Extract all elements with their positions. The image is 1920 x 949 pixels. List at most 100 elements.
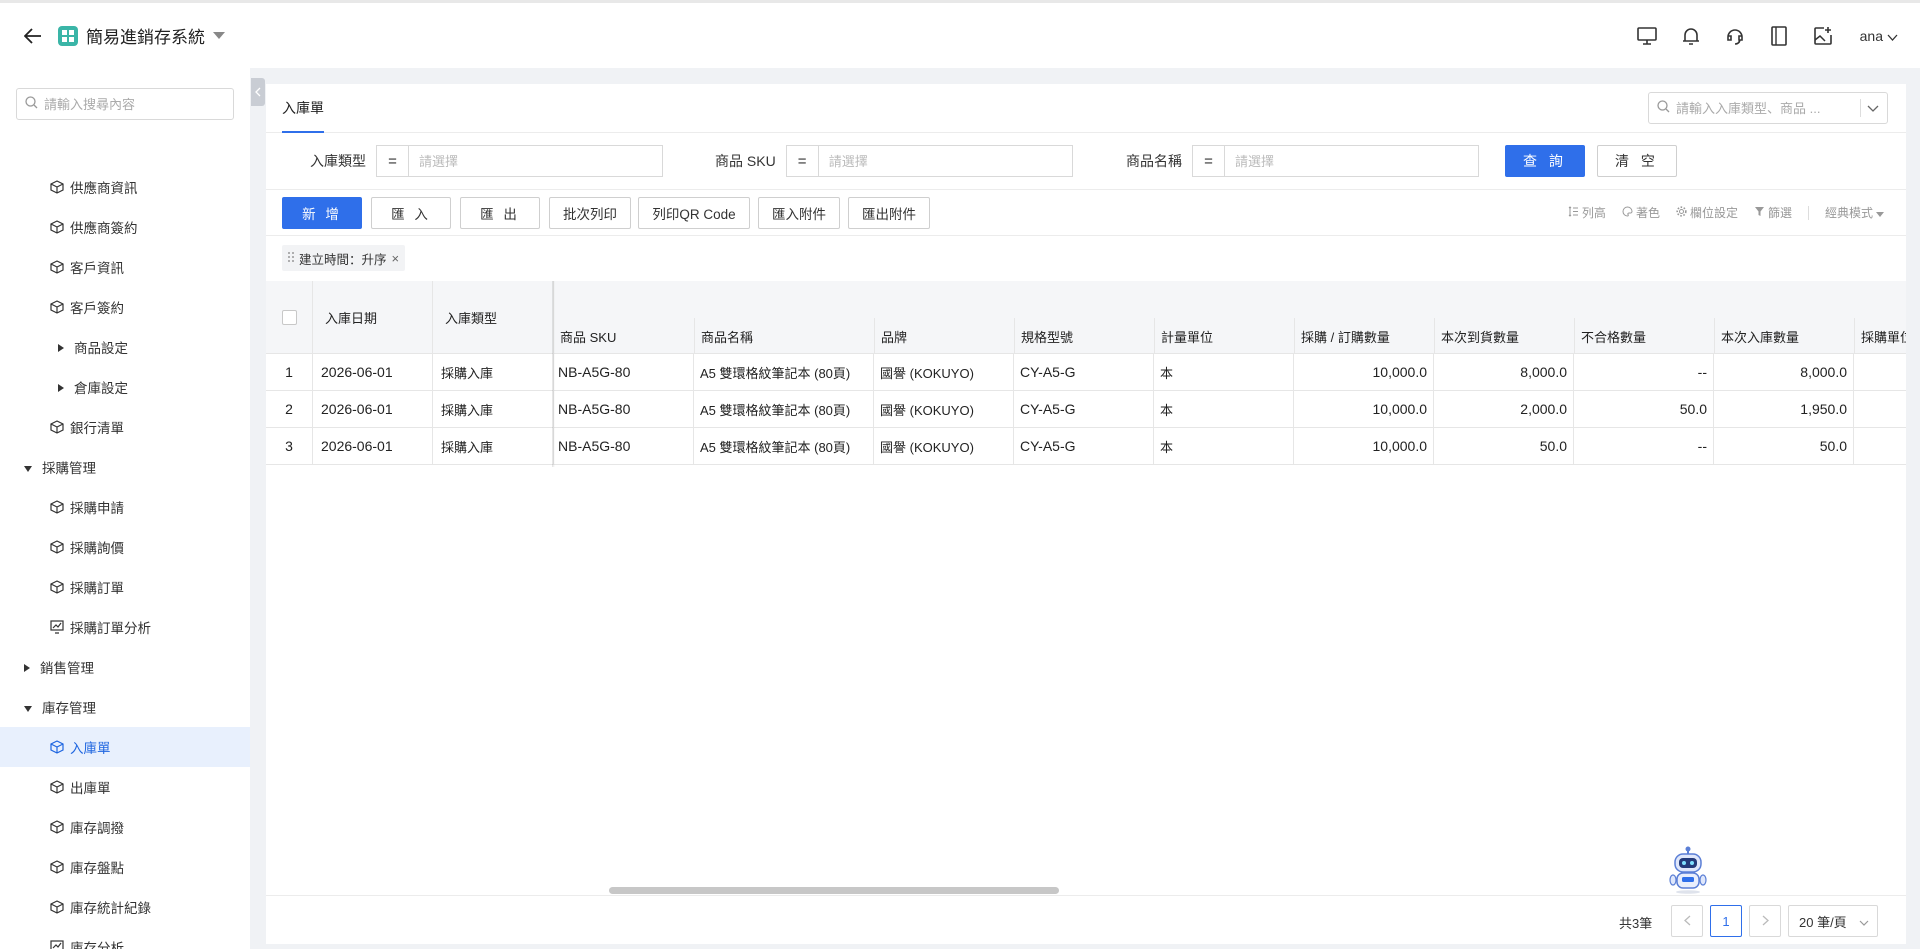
export-attachment-button[interactable]: 匯出附件 [848,197,930,229]
header-arrive-qty[interactable]: 本次到貨數量 [1434,318,1574,354]
filter-operator[interactable]: = [1192,145,1224,177]
table-row[interactable]: 1 2026-06-01 採購入庫 NB-A5G-80 A5 雙環格紋筆記本 (… [266,354,1906,391]
sidebar-item-stock-count[interactable]: 庫存盤點 [0,847,250,887]
sidebar-item-purchase-analysis[interactable]: 採購訂單分析 [0,607,250,647]
drag-handle-icon[interactable] [288,251,294,265]
print-qrcode-button[interactable]: 列印QR Code [638,197,750,229]
filter-product-sku-input[interactable] [817,145,1073,177]
export-button[interactable]: 匯 出 [460,197,540,229]
sidebar-collapse-button[interactable] [251,78,265,106]
cube-icon [50,180,64,194]
tab-stock-in[interactable]: 入庫單 [282,84,324,133]
clear-button[interactable]: 清 空 [1597,145,1677,177]
cell-sku: NB-A5G-80 [554,428,694,464]
image-add-icon[interactable] [1812,25,1834,47]
header-bad-qty[interactable]: 不合格數量 [1574,318,1714,354]
sidebar-item-stock-analysis[interactable]: 庫存分析 [0,927,250,949]
filter-product-name-input[interactable] [1224,145,1479,177]
header-spec[interactable]: 規格型號 [1014,318,1154,354]
sidebar-item-purchase-inquiry[interactable]: 採購詢價 [0,527,250,567]
row-index: 3 [266,428,313,464]
horizontal-scrollbar[interactable] [609,887,1059,894]
header-actions: ana [1636,25,1898,47]
sidebar-item-supplier-info[interactable]: 供應商資訊 [0,167,250,207]
assistant-robot-icon[interactable] [1666,846,1710,894]
quick-search-input[interactable] [1676,100,1856,116]
header-stock-in-type[interactable]: 入庫類型 [433,281,554,354]
page-size-select[interactable]: 20 筆/頁 [1788,905,1878,937]
header-stock-in-date[interactable]: 入庫日期 [313,281,433,354]
page-button[interactable]: 1 [1710,905,1742,937]
cell-spec: CY-A5-G [1014,391,1154,427]
sidebar-item-customer-info[interactable]: 客戶資訊 [0,247,250,287]
main-panel: 入庫單 入庫類型 = 商品 SKU = 商品名稱 = 查 詢 清 空 新 增 匯… [266,84,1906,944]
header-in-qty[interactable]: 本次入庫數量 [1714,318,1854,354]
cell-arrive-qty: 50.0 [1434,428,1574,464]
sidebar-item-customer-contract[interactable]: 客戶簽約 [0,287,250,327]
sidebar-item-label: 供應商簽約 [70,221,138,236]
search-icon [1657,100,1670,116]
divider [1860,99,1861,117]
column-settings-option[interactable]: 欄位設定 [1676,204,1738,221]
header-brand[interactable]: 品牌 [874,318,1014,354]
header-purchase-unit[interactable]: 採購單位 [1854,318,1906,354]
sidebar-item-stock-out[interactable]: 出庫單 [0,767,250,807]
table-row[interactable]: 3 2026-06-01 採購入庫 NB-A5G-80 A5 雙環格紋筆記本 (… [266,428,1906,465]
page-size-label: 20 筆/頁 [1799,914,1847,930]
filter-label: 商品名稱 [1126,153,1182,169]
user-menu[interactable]: ana [1860,28,1898,44]
caret-down-icon[interactable] [213,28,225,43]
header-product-name[interactable]: 商品名稱 [694,318,874,354]
sidebar-item-product-settings[interactable]: 商品設定 [0,327,250,367]
sidebar-item-label: 採購申請 [70,501,124,516]
sidebar-item-stock-transfer[interactable]: 庫存調撥 [0,807,250,847]
sidebar-item-purchase-request[interactable]: 採購申請 [0,487,250,527]
header-sku[interactable]: 商品 SKU [554,318,694,354]
classic-mode-option[interactable]: 經典模式 [1825,204,1884,221]
sidebar-item-warehouse-settings[interactable]: 倉庫設定 [0,367,250,407]
batch-print-button[interactable]: 批次列印 [549,197,631,229]
select-all-checkbox[interactable] [281,310,297,325]
chart-monitor-icon [50,940,64,949]
sidebar-group-inventory[interactable]: 庫存管理 [0,687,250,727]
filter-stock-in-type-input[interactable] [408,145,663,177]
filter-option[interactable]: 篩選 [1754,204,1792,221]
sidebar-item-purchase-order[interactable]: 採購訂單 [0,567,250,607]
cube-icon [50,420,64,434]
import-attachment-button[interactable]: 匯入附件 [758,197,840,229]
table-row[interactable]: 2 2026-06-01 採購入庫 NB-A5G-80 A5 雙環格紋筆記本 (… [266,391,1906,428]
sidebar-item-label: 採購訂單分析 [70,621,151,636]
sort-chip[interactable]: 建立時間：升序 × [282,245,406,271]
chevron-down-icon[interactable] [1867,101,1879,116]
add-button[interactable]: 新 增 [282,197,362,229]
query-button[interactable]: 查 詢 [1505,145,1585,177]
header-order-qty[interactable]: 採購 / 訂購數量 [1294,318,1434,354]
close-icon[interactable]: × [392,251,400,266]
sidebar-group-purchase[interactable]: 採購管理 [0,447,250,487]
bell-icon[interactable] [1680,25,1702,47]
sidebar-item-supplier-contract[interactable]: 供應商簽約 [0,207,250,247]
book-icon[interactable] [1768,25,1790,47]
search-icon [25,96,38,112]
caret-down-icon [24,700,32,715]
headset-icon[interactable] [1724,25,1746,47]
sidebar-item-stock-in[interactable]: 入庫單 [0,727,250,767]
back-arrow-icon[interactable] [22,25,44,47]
header-unit[interactable]: 計量單位 [1154,318,1294,354]
chart-monitor-icon [50,620,64,634]
sidebar-item-stock-stats[interactable]: 庫存統計紀錄 [0,887,250,927]
row-height-option[interactable]: 列高 [1568,204,1606,221]
import-button[interactable]: 匯 入 [371,197,451,229]
cell-unit: 本 [1154,354,1294,390]
filter-operator[interactable]: = [785,145,818,177]
prev-page-button[interactable] [1671,905,1703,937]
sidebar-search-input[interactable] [44,96,224,112]
sidebar-group-sales[interactable]: 銷售管理 [0,647,250,687]
sidebar-item-bank-list[interactable]: 銀行清單 [0,407,250,447]
filter-operator[interactable]: = [376,145,408,177]
monitor-icon[interactable] [1636,25,1658,47]
coloring-option[interactable]: 著色 [1622,204,1660,221]
next-page-button[interactable] [1749,905,1781,937]
caret-down-icon [24,460,32,475]
cell-type: 採購入庫 [433,354,554,390]
